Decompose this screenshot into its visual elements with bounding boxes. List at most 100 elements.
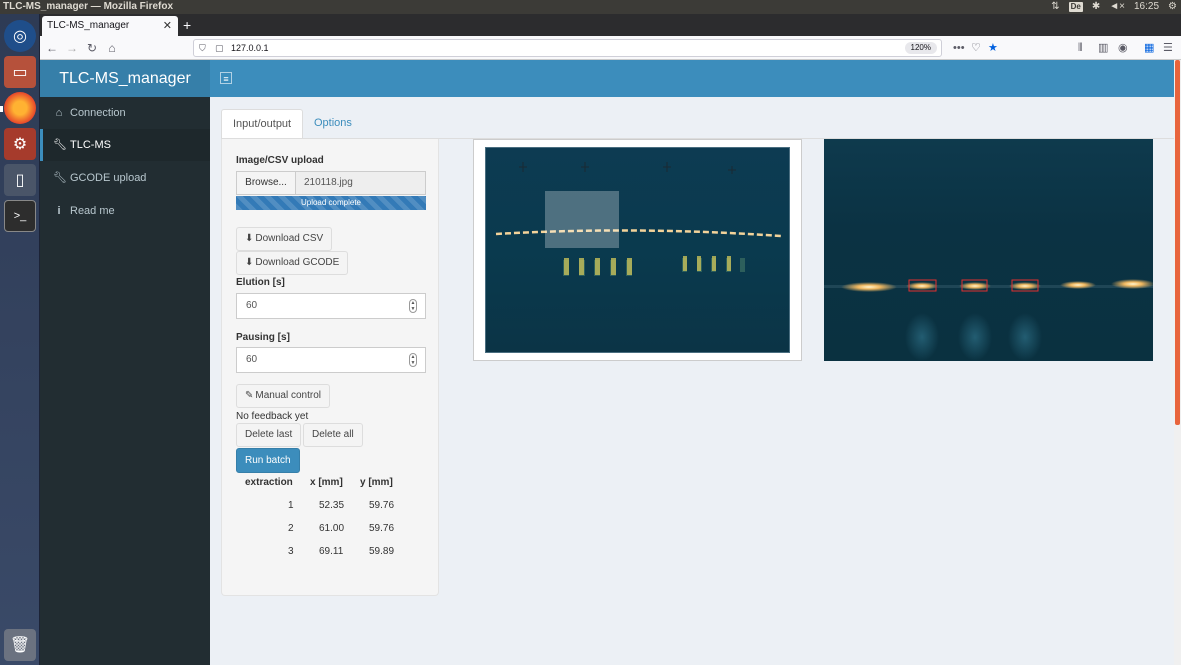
bluetooth-icon[interactable]: ✱ (1092, 0, 1100, 14)
trash-icon[interactable]: 🗑 (4, 629, 36, 661)
download-gcode-label: Download GCODE (255, 257, 340, 268)
wrench-icon: 🔧︎ (53, 139, 67, 151)
diffuse-spots (905, 313, 1042, 361)
files-icon[interactable]: ▭ (4, 56, 36, 88)
spinner-icon[interactable]: ▲ ▼ (409, 353, 417, 367)
sidebar-item-connection[interactable]: ⌂ Connection (40, 97, 210, 129)
scrollbar-thumb[interactable] (1175, 60, 1180, 425)
run-batch-button[interactable]: Run batch (236, 448, 300, 473)
network-icon[interactable]: ⇅ (1051, 0, 1059, 14)
volume-icon[interactable]: ◄× (1109, 0, 1125, 14)
system-tray: ⇅ De ✱ ◄× 16:25 ⚙ (1051, 0, 1177, 14)
elution-value: 60 (246, 300, 258, 311)
download-icon: ⬇ (245, 257, 254, 268)
system-settings-icon[interactable]: ⚙ (4, 128, 36, 160)
page-info-icon[interactable]: ▢ (215, 40, 224, 56)
home-icon[interactable]: ⌂ (104, 40, 120, 56)
library-icon[interactable]: ⫴ (1078, 40, 1083, 56)
table-cell: 59.76 (369, 523, 395, 534)
download-csv-button[interactable]: ⬇ Download CSV (236, 227, 333, 251)
reload-icon[interactable]: ↻ (84, 40, 100, 56)
menu-icon[interactable]: ☰ (1163, 40, 1173, 56)
pausing-value: 60 (246, 354, 258, 365)
sidebar-item-read-me[interactable]: i Read me (40, 195, 210, 227)
lane-bands (564, 256, 731, 275)
pausing-input[interactable]: 60 ▲ ▼ (236, 347, 426, 373)
browse-button[interactable]: Browse... (237, 172, 296, 194)
main-content: Input/output Options Image/CSV upload Br… (210, 97, 1174, 665)
browser-tab[interactable]: TLC-MS_manager ✕ (42, 16, 178, 36)
new-tab-icon[interactable]: + (183, 16, 191, 34)
browser-tab-bar: TLC-MS_manager ✕ + (40, 14, 1181, 36)
tab-options[interactable]: Options (303, 109, 363, 139)
keyboard-layout-indicator[interactable]: De (1068, 2, 1083, 12)
delete-all-button[interactable]: Delete all (303, 423, 363, 447)
window-title: TLC-MS_manager — Mozilla Firefox (3, 1, 174, 12)
app: TLC-MS_manager ≡ ⌂ Connection 🔧︎ TLC-MS … (40, 60, 1174, 665)
back-icon[interactable]: ← (44, 40, 60, 56)
zoomed-plate-graphic (824, 279, 1153, 361)
tab-close-icon[interactable]: ✕ (163, 16, 172, 36)
page-scrollbar[interactable] (1174, 60, 1181, 665)
firefox-icon[interactable] (4, 92, 36, 124)
sidebar-item-gcode-upload[interactable]: 🔧︎ GCODE upload (40, 162, 210, 194)
app-title: TLC-MS_manager (40, 60, 210, 97)
sidebar-toggle-icon[interactable]: ≡ (220, 72, 232, 84)
app-header: TLC-MS_manager ≡ (40, 60, 1174, 97)
sidebar-item-label: TLC-MS (70, 139, 111, 151)
shield-icon[interactable]: ⛉ (199, 40, 206, 56)
table-cell: 59.89 (369, 546, 395, 557)
extensions-icon[interactable]: ▦ (1144, 40, 1154, 56)
pocket-icon[interactable]: ♡ (971, 40, 981, 56)
tlc-plate-image[interactable] (485, 147, 790, 353)
sidebar-item-tlc-ms[interactable]: 🔧︎ TLC-MS (40, 129, 210, 161)
edit-icon: ✎ (245, 390, 254, 401)
file-upload-input[interactable]: Browse... 210118.jpg (236, 171, 426, 195)
delete-last-button[interactable]: Delete last (236, 423, 302, 447)
origin-marks (519, 162, 736, 174)
clock[interactable]: 16:25 (1134, 0, 1159, 14)
zoom-indicator[interactable]: 120% (904, 42, 937, 54)
sidebar-icon[interactable]: ▥ (1098, 40, 1108, 56)
table-header-extraction: extraction (245, 477, 293, 488)
manual-control-label: Manual control (255, 390, 321, 401)
url-text[interactable]: 127.0.0.1 (231, 40, 269, 56)
elution-input[interactable]: 60 ▲ ▼ (236, 293, 426, 319)
solvent-front (495, 229, 782, 238)
info-icon: i (57, 205, 61, 217)
os-top-bar: TLC-MS_manager — Mozilla Firefox ⇅ De ✱ … (0, 0, 1181, 14)
download-gcode-button[interactable]: ⬇ Download GCODE (236, 251, 349, 275)
ubuntu-launcher: ◎ ▭ ⚙ ▯ >_ 🗑 (0, 14, 40, 665)
account-icon[interactable]: ◉ (1118, 40, 1128, 56)
download-icon: ⬇ (245, 233, 254, 244)
tlc-plate-graphic (495, 162, 782, 276)
sidebar: ⌂ Connection 🔧︎ TLC-MS 🔧︎ GCODE upload i… (40, 97, 210, 665)
sidebar-item-label: GCODE upload (70, 172, 147, 184)
settings-gear-icon[interactable]: ⚙ (1168, 0, 1177, 14)
running-indicator (0, 106, 3, 112)
lane-spots (563, 258, 745, 276)
sidebar-item-label: Read me (70, 205, 115, 217)
wrench-icon: 🔧︎ (53, 172, 67, 184)
page-actions-icon[interactable]: ••• (953, 40, 965, 56)
forward-icon[interactable]: → (64, 40, 80, 56)
tab-title: TLC-MS_manager (47, 20, 130, 31)
spinner-icon[interactable]: ▲ ▼ (409, 299, 417, 313)
ubuntu-dash-icon[interactable]: ◎ (4, 20, 36, 52)
tab-input-output[interactable]: Input/output (221, 109, 304, 139)
upload-progress-bar: Upload complete (236, 196, 426, 210)
usb-drive-icon[interactable]: ▯ (4, 164, 36, 196)
sidebar-item-label: Connection (70, 107, 126, 119)
url-bar[interactable]: ⛉ ▢ 127.0.0.1 120% (193, 39, 942, 57)
table-cell: 69.11 (319, 546, 344, 557)
home-icon: ⌂ (55, 107, 63, 119)
table-cell: 1 (288, 500, 294, 511)
feedback-text: No feedback yet (236, 411, 309, 422)
elution-label: Elution [s] (236, 277, 285, 288)
manual-control-button[interactable]: ✎ Manual control (236, 384, 330, 408)
zoomed-plate-image[interactable] (824, 139, 1153, 361)
table-cell: 3 (288, 546, 294, 557)
bookmark-star-icon[interactable]: ★ (988, 40, 998, 56)
terminal-icon[interactable]: >_ (4, 200, 36, 232)
input-panel: Image/CSV upload Browse... 210118.jpg Up… (221, 139, 439, 596)
